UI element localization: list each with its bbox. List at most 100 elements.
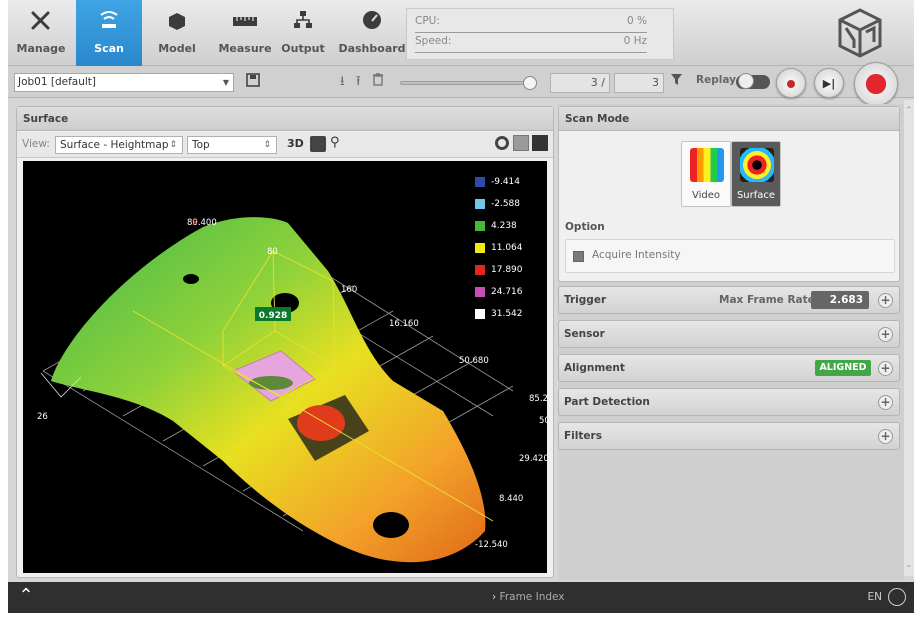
view-select-value: Surface - Heightmap: [60, 139, 169, 151]
legend-item: 17.890: [475, 265, 547, 281]
heightmap-render: 80.400 80 160 16.160 50.680 85.2 50 29.4…: [37, 217, 547, 563]
legend-value: -2.588: [491, 199, 521, 209]
axis-label: 80: [267, 247, 278, 257]
upload-icon[interactable]: ⭱: [356, 73, 361, 91]
record-button[interactable]: [776, 68, 806, 98]
download-icon[interactable]: ⭳: [340, 73, 345, 91]
filters-section[interactable]: Filters +: [558, 422, 900, 450]
axis-label: 8.440: [499, 494, 523, 504]
view-3d-button[interactable]: 3D: [287, 137, 304, 150]
sensor-section[interactable]: Sensor +: [558, 320, 900, 348]
stop-button[interactable]: [854, 62, 898, 106]
max-frame-rate-value[interactable]: 2.683: [811, 291, 869, 309]
legend-swatch: [475, 243, 485, 253]
acquire-intensity-checkbox[interactable]: [573, 251, 584, 262]
hole: [183, 274, 199, 284]
expand-icon[interactable]: +: [878, 327, 893, 342]
scroll-down-icon[interactable]: ⌄: [905, 560, 913, 570]
heightmap-3d-view[interactable]: 80.400 80 160 16.160 50.680 85.2 50 29.4…: [23, 161, 547, 573]
language-label[interactable]: EN: [868, 591, 883, 603]
surface-panel-title: Surface: [17, 107, 553, 131]
ruler-icon: [212, 0, 278, 36]
legend-swatch: [475, 287, 485, 297]
expand-icon[interactable]: +: [878, 395, 893, 410]
part-detection-section[interactable]: Part Detection +: [558, 388, 900, 416]
legend-item: -9.414: [475, 177, 547, 193]
frame-current-field[interactable]: 3 /: [550, 73, 610, 93]
app-window: Manage Scan Model Measure Output Dashboa…: [8, 0, 914, 613]
legend-item: 11.064: [475, 243, 547, 259]
video-mode-label: Video: [691, 190, 721, 201]
settings-gear-icon[interactable]: [495, 136, 509, 150]
view-select[interactable]: Surface - Heightmap ⇕: [55, 136, 183, 154]
replay-toggle[interactable]: [736, 73, 770, 89]
frame-slider[interactable]: [400, 76, 537, 90]
axis-label: 85.2: [529, 394, 547, 404]
trigger-section[interactable]: Trigger Max Frame Rate: 2.683 +: [558, 286, 900, 314]
cpu-value: 0 %: [627, 15, 647, 27]
stop-icon: [866, 74, 886, 94]
step-forward-button[interactable]: ▶|: [814, 68, 844, 98]
globe-icon[interactable]: [888, 588, 906, 606]
aligned-status-badge: ALIGNED: [815, 360, 871, 376]
orientation-select[interactable]: Top ⇕: [187, 136, 277, 154]
pan-hand-icon[interactable]: [310, 136, 326, 152]
option-label: Option: [565, 221, 605, 233]
updown-icon: ⇕: [169, 140, 177, 150]
scroll-up-icon[interactable]: ⌃: [905, 106, 913, 116]
nav-model-button[interactable]: Model: [144, 0, 210, 66]
nav-manage-label: Manage: [16, 42, 66, 55]
chevron-right-icon: ›: [492, 591, 497, 603]
cpu-row: CPU: 0 %: [415, 15, 647, 33]
nav-manage-button[interactable]: Manage: [8, 0, 74, 66]
video-mode-button[interactable]: Video: [681, 141, 731, 207]
nav-output-button[interactable]: Output: [270, 0, 336, 66]
scan-icon: [76, 0, 142, 36]
brand-logo: [834, 6, 886, 60]
frame-total-field[interactable]: 3: [614, 73, 664, 93]
video-icon: [690, 148, 724, 182]
measurement-value: 0.928: [259, 311, 287, 321]
scan-mode-panel: Scan Mode Video Surface Option Acquire I…: [558, 106, 900, 282]
surface-panel: Surface View: Surface - Heightmap ⇕ Top ⇕ …: [16, 106, 554, 578]
updown-icon: ⇕: [263, 140, 271, 150]
axis-label: 16.160: [389, 319, 419, 329]
sensor-title: Sensor: [564, 328, 605, 340]
nav-measure-button[interactable]: Measure: [212, 0, 278, 66]
save-icon[interactable]: [246, 73, 260, 93]
job-select[interactable]: Job01 [default] ▼: [14, 73, 234, 92]
trigger-title: Trigger: [564, 294, 607, 306]
grid-icon[interactable]: [513, 135, 529, 151]
axis-label: 26: [37, 412, 48, 422]
nav-dashboard-button[interactable]: Dashboard: [334, 0, 410, 66]
alignment-title: Alignment: [564, 362, 625, 374]
gauge-icon: [334, 0, 410, 36]
frame-slider-knob[interactable]: [523, 76, 537, 90]
frame-index-button[interactable]: › Frame Index: [492, 591, 565, 603]
axis-label: -12.540: [475, 540, 508, 550]
orientation-select-value: Top: [192, 139, 210, 151]
speed-label: Speed:: [415, 35, 452, 47]
legend-swatch: [475, 265, 485, 275]
zoom-icon[interactable]: ⚲: [330, 135, 340, 150]
layout-icon[interactable]: [532, 135, 548, 151]
legend-value: 31.542: [491, 309, 523, 319]
alignment-section[interactable]: Alignment ALIGNED +: [558, 354, 900, 382]
surface-mode-label: Surface: [736, 190, 776, 201]
nav-output-label: Output: [281, 42, 325, 55]
legend-swatch: [475, 221, 485, 231]
expand-icon[interactable]: +: [878, 293, 893, 308]
expand-icon[interactable]: +: [878, 429, 893, 444]
filter-icon[interactable]: [670, 73, 683, 92]
expand-icon[interactable]: +: [878, 361, 893, 376]
nav-scan-button[interactable]: Scan: [76, 0, 142, 66]
expand-up-icon[interactable]: ⌃: [14, 587, 38, 608]
part-detection-title: Part Detection: [564, 396, 650, 408]
trash-icon[interactable]: [372, 73, 384, 92]
vertical-scrollbar[interactable]: ⌃ ⌄: [904, 100, 914, 576]
surface-mode-button[interactable]: Surface: [731, 141, 781, 207]
network-icon: [270, 0, 336, 36]
surface-icon: [740, 148, 774, 182]
filters-title: Filters: [564, 430, 602, 442]
axis-label: 160: [341, 285, 357, 295]
